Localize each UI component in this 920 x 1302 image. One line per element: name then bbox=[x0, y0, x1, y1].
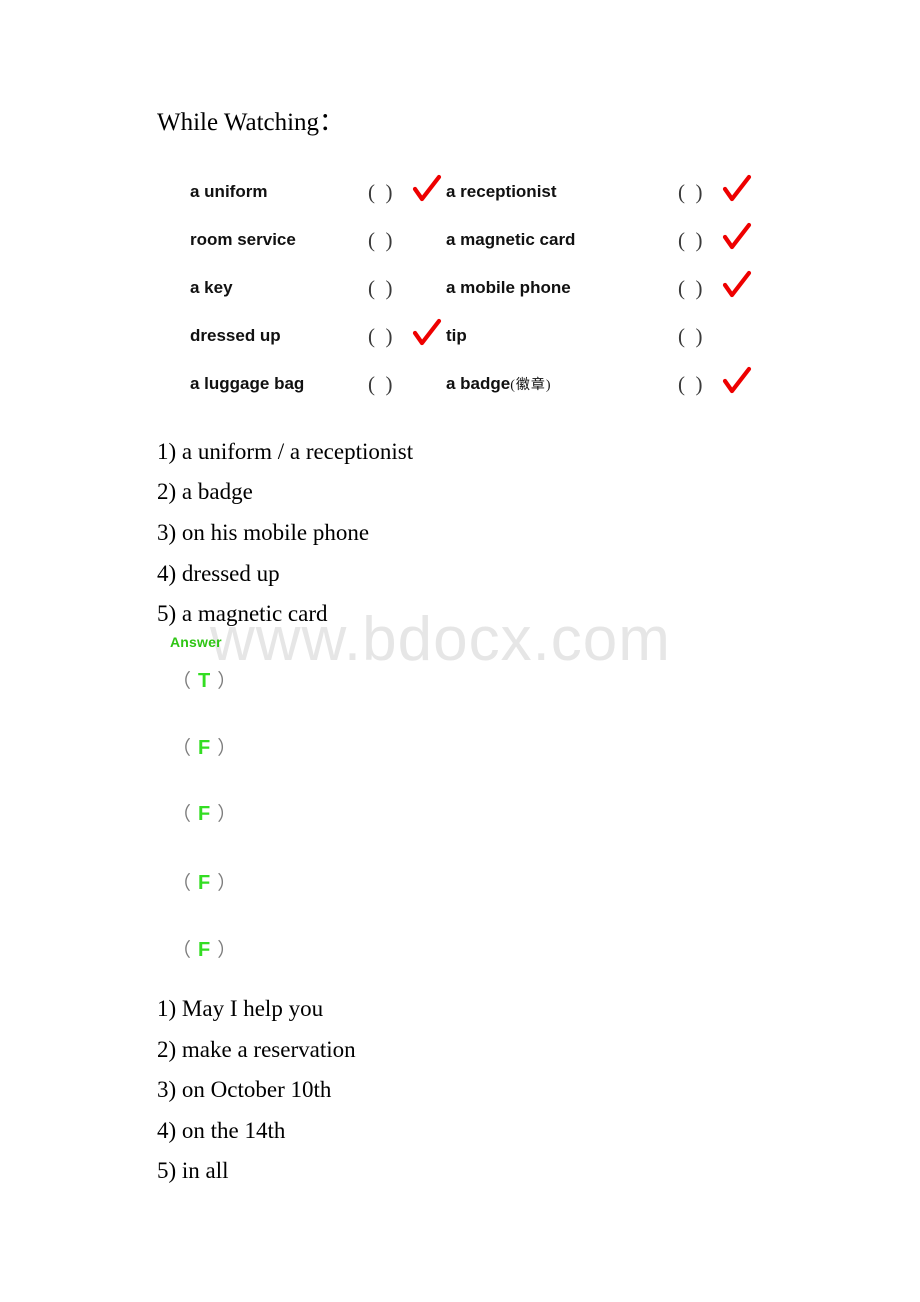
checklist-left-checkbox[interactable]: ( ) bbox=[368, 180, 412, 205]
checklist-left-checkbox[interactable]: ( ) bbox=[368, 372, 412, 397]
answer-item: 3) on his mobile phone bbox=[157, 520, 370, 545]
open-paren: （ bbox=[172, 873, 192, 894]
open-paren: （ bbox=[172, 738, 192, 759]
checklist-row: a key ( ) a mobile phone ( ) bbox=[190, 264, 754, 312]
true-false-marker[interactable]: （ T ） bbox=[172, 666, 236, 693]
close-paren: ） bbox=[217, 873, 237, 894]
open-paren: （ bbox=[172, 804, 192, 825]
checklist-right-label-text: a magnetic card bbox=[446, 230, 576, 249]
checklist-left-checkbox[interactable]: ( ) bbox=[368, 324, 412, 349]
checkmark-icon bbox=[412, 273, 444, 303]
checklist-right-checkbox[interactable]: ( ) bbox=[678, 276, 722, 301]
checkmark-icon bbox=[722, 321, 754, 351]
true-false-value: F bbox=[198, 737, 211, 759]
checkmark-icon bbox=[722, 366, 754, 399]
checkmark-icon bbox=[412, 174, 444, 207]
checkmark-icon bbox=[722, 174, 754, 207]
answer-item: 4) on the 14th bbox=[157, 1118, 286, 1143]
checklist-right-label-text: a mobile phone bbox=[446, 278, 571, 297]
checklist-right-label-text: a badge bbox=[446, 374, 511, 393]
answer-item: 1) May I help you bbox=[157, 996, 324, 1021]
checklist-row: a uniform ( ) a receptionist ( ) bbox=[190, 168, 754, 216]
open-paren: （ bbox=[172, 671, 192, 692]
true-false-value: F bbox=[198, 939, 211, 961]
checklist-row: room service ( ) a magnetic card ( ) bbox=[190, 216, 754, 264]
checkmark-icon bbox=[722, 222, 754, 255]
answer-item: 5) in all bbox=[157, 1158, 229, 1183]
checkmark-icon bbox=[722, 270, 754, 303]
true-false-value: T bbox=[198, 670, 211, 692]
checklist-right-annotation: (徽章) bbox=[510, 378, 552, 393]
checklist-right-label: a badge(徽章) bbox=[444, 374, 646, 394]
checklist-right-checkbox[interactable]: ( ) bbox=[678, 372, 722, 397]
checklist-right-checkbox[interactable]: ( ) bbox=[678, 324, 722, 349]
true-false-marker[interactable]: （ F ） bbox=[172, 733, 236, 760]
checklist-right-label-text: tip bbox=[446, 326, 467, 345]
answer-item: 2) a badge bbox=[157, 479, 253, 504]
checklist-right-label: a mobile phone bbox=[444, 278, 646, 298]
answer-item: 1) a uniform / a receptionist bbox=[157, 439, 414, 464]
checklist-left-label: dressed up bbox=[190, 326, 281, 345]
checklist-left-checkbox[interactable]: ( ) bbox=[368, 228, 412, 253]
checklist-row: a luggage bag ( ) a badge(徽章) ( ) bbox=[190, 360, 754, 408]
checklist-left-label: a uniform bbox=[190, 182, 268, 201]
answer-item: 5) a magnetic card bbox=[157, 601, 328, 626]
answer-item: 3) on October 10th bbox=[157, 1077, 332, 1102]
checklist-right-label: a magnetic card bbox=[444, 230, 646, 250]
checklist-left-label: a key bbox=[190, 278, 233, 297]
answer-section-label: Answer bbox=[170, 634, 222, 650]
checklist-left-label: room service bbox=[190, 230, 296, 249]
answer-item: 4) dressed up bbox=[157, 561, 280, 586]
checkmark-icon bbox=[412, 225, 444, 255]
open-paren: （ bbox=[172, 940, 192, 961]
checklist-right-label: a receptionist bbox=[444, 182, 646, 202]
vocabulary-checklist: a uniform( ) a receptionist( ) room servic… bbox=[190, 168, 754, 408]
checklist-left-label: a luggage bag bbox=[190, 374, 305, 393]
true-false-value: F bbox=[198, 803, 211, 825]
checklist-left-checkbox[interactable]: ( ) bbox=[368, 276, 412, 301]
true-false-value: F bbox=[198, 872, 211, 894]
checklist-right-checkbox[interactable]: ( ) bbox=[678, 180, 722, 205]
document-page: www.bdocx.com While Watching： a uniform(… bbox=[0, 0, 920, 1302]
checkmark-icon bbox=[412, 318, 444, 351]
close-paren: ） bbox=[217, 738, 237, 759]
true-false-marker[interactable]: （ F ） bbox=[172, 799, 236, 826]
close-paren: ） bbox=[217, 671, 237, 692]
checklist-right-label: tip bbox=[444, 326, 646, 346]
checklist-right-checkbox[interactable]: ( ) bbox=[678, 228, 722, 253]
checkmark-icon bbox=[412, 369, 444, 399]
close-paren: ） bbox=[217, 804, 237, 825]
true-false-marker[interactable]: （ F ） bbox=[172, 935, 236, 962]
page-title: While Watching： bbox=[157, 109, 345, 136]
checklist-row: dressed up ( ) tip ( ) bbox=[190, 312, 754, 360]
true-false-marker[interactable]: （ F ） bbox=[172, 868, 236, 895]
answer-item: 2) make a reservation bbox=[157, 1037, 356, 1062]
close-paren: ） bbox=[217, 940, 237, 961]
checklist-right-label-text: a receptionist bbox=[446, 182, 557, 201]
